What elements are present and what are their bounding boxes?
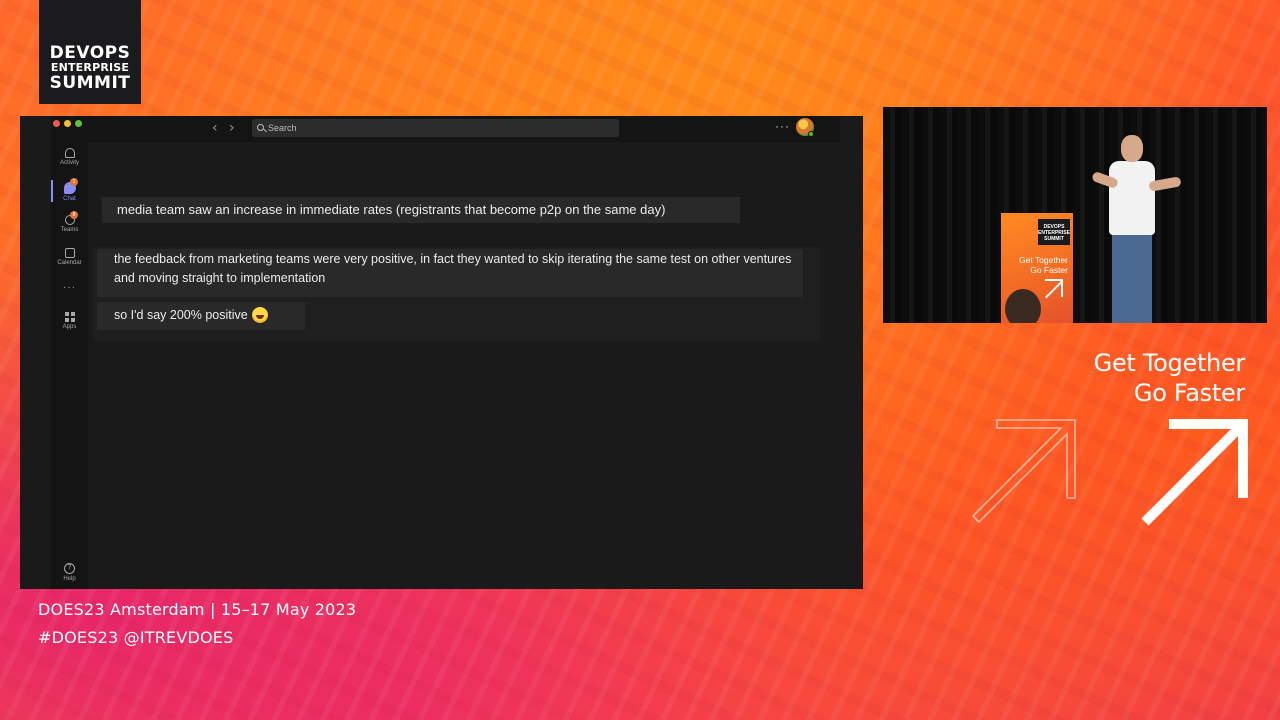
close-window-button[interactable] bbox=[53, 120, 60, 127]
rail-item-teams[interactable]: 8 Teams bbox=[51, 211, 88, 233]
audience-member bbox=[1005, 289, 1041, 323]
outline-arrow-icon bbox=[971, 419, 1076, 524]
rail-item-label: Apps bbox=[62, 324, 77, 330]
logo-line-1: DEVOPS bbox=[49, 43, 131, 63]
arrow-icon bbox=[1141, 419, 1248, 526]
rail-item-help[interactable]: ? Help bbox=[51, 563, 88, 582]
rail-item-label: Help bbox=[63, 576, 76, 582]
grinning-squinting-face-icon bbox=[251, 306, 268, 323]
message-text: so I'd say 200% positive bbox=[114, 308, 248, 322]
chat-message[interactable]: media team saw an increase in immediate … bbox=[102, 197, 740, 223]
search-input[interactable]: Search bbox=[252, 119, 619, 137]
rail-item-calendar[interactable]: Calendar bbox=[51, 248, 88, 266]
help-icon: ? bbox=[64, 563, 75, 574]
more-options-icon[interactable]: ··· bbox=[775, 119, 790, 133]
banner-arrow-icon bbox=[1045, 279, 1063, 297]
chat-message[interactable]: so I'd say 200% positive bbox=[97, 302, 305, 330]
app-rail: Activity 1 Chat 8 Teams Calendar ··· App… bbox=[51, 142, 88, 589]
speaker-video: DEVOPS ENTERPRISE SUMMIT Get Together Go… bbox=[883, 107, 1267, 323]
apps-icon bbox=[64, 312, 75, 322]
event-slogan: Get Together Go Faster bbox=[1000, 348, 1246, 408]
message-text: the feedback from marketing teams were v… bbox=[114, 252, 792, 285]
rail-item-activity[interactable]: Activity bbox=[51, 148, 88, 166]
slogan-line-1: Get Together bbox=[1093, 349, 1246, 377]
screen-share-window: ‹ › Search ··· Activity 1 Chat 8 Teams C… bbox=[20, 116, 863, 589]
event-info: DOES23 Amsterdam | 15–17 May 2023 bbox=[38, 600, 357, 619]
presence-status-icon bbox=[808, 131, 814, 137]
chat-badge: 1 bbox=[70, 178, 78, 186]
banner-logo: DEVOPS ENTERPRISE SUMMIT bbox=[1038, 219, 1070, 245]
logo-line-3: SUMMIT bbox=[49, 73, 131, 93]
forward-arrow-icon[interactable]: › bbox=[229, 120, 235, 136]
rail-item-label: Activity bbox=[59, 160, 79, 166]
banner-slogan: Get Together Go Faster bbox=[1019, 255, 1068, 275]
message-text: media team saw an increase in immediate … bbox=[117, 202, 666, 217]
search-icon bbox=[257, 124, 264, 131]
chat-message[interactable]: the feedback from marketing teams were v… bbox=[97, 249, 803, 297]
rail-item-label: Chat bbox=[63, 196, 76, 202]
bell-icon bbox=[64, 148, 75, 158]
event-logo: DEVOPS ENTERPRISE SUMMIT bbox=[39, 0, 141, 104]
minimize-window-button[interactable] bbox=[64, 120, 71, 127]
maximize-window-button[interactable] bbox=[75, 120, 82, 127]
rail-item-label: Calendar bbox=[57, 260, 82, 266]
teams-badge: 8 bbox=[70, 211, 78, 219]
rail-item-label: Teams bbox=[60, 227, 79, 233]
slogan-line-2: Go Faster bbox=[1133, 379, 1245, 407]
speaker-figure bbox=[1087, 135, 1183, 323]
title-bar: ‹ › Search ··· bbox=[51, 116, 840, 142]
more-apps-icon[interactable]: ··· bbox=[51, 282, 88, 293]
back-arrow-icon[interactable]: ‹ bbox=[212, 120, 218, 136]
rail-item-apps[interactable]: Apps bbox=[51, 312, 88, 330]
search-placeholder: Search bbox=[268, 123, 297, 133]
event-hashtags: #DOES23 @ITREVDOES bbox=[38, 628, 234, 647]
calendar-icon bbox=[64, 248, 75, 258]
rail-item-chat[interactable]: 1 Chat bbox=[51, 178, 88, 202]
